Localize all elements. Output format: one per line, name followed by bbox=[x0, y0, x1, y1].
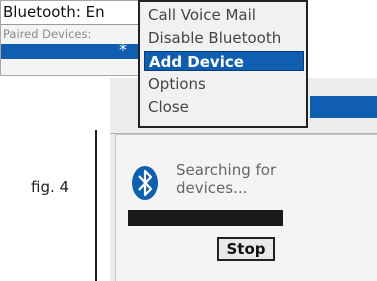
progress-bar bbox=[128, 210, 283, 226]
searching-message: Searching for devices... bbox=[176, 161, 277, 197]
menu-item-disable-bluetooth[interactable]: Disable Bluetooth bbox=[144, 28, 304, 48]
device-marker: * bbox=[119, 40, 127, 59]
menu-item-add-device[interactable]: Add Device bbox=[144, 51, 304, 71]
paired-devices-label: Paired Devices: bbox=[3, 27, 92, 41]
selection-bar bbox=[310, 96, 377, 118]
search-dialog: Searching for devices... Stop bbox=[115, 134, 377, 281]
figure-divider bbox=[95, 130, 97, 281]
stop-button[interactable]: Stop bbox=[217, 237, 275, 261]
screen-title: Bluetooth: En bbox=[1, 1, 159, 25]
bluetooth-screen: Bluetooth: En Paired Devices: * bbox=[0, 0, 160, 76]
menu-item-call-voice-mail[interactable]: Call Voice Mail bbox=[144, 5, 304, 25]
context-menu: Call Voice Mail Disable Bluetooth Add De… bbox=[138, 0, 308, 128]
bluetooth-icon bbox=[132, 166, 158, 200]
figure-caption: fig. 4 bbox=[31, 178, 70, 196]
selected-device-row[interactable] bbox=[1, 44, 159, 59]
menu-item-options[interactable]: Options bbox=[144, 74, 304, 94]
menu-item-close[interactable]: Close bbox=[144, 97, 304, 117]
